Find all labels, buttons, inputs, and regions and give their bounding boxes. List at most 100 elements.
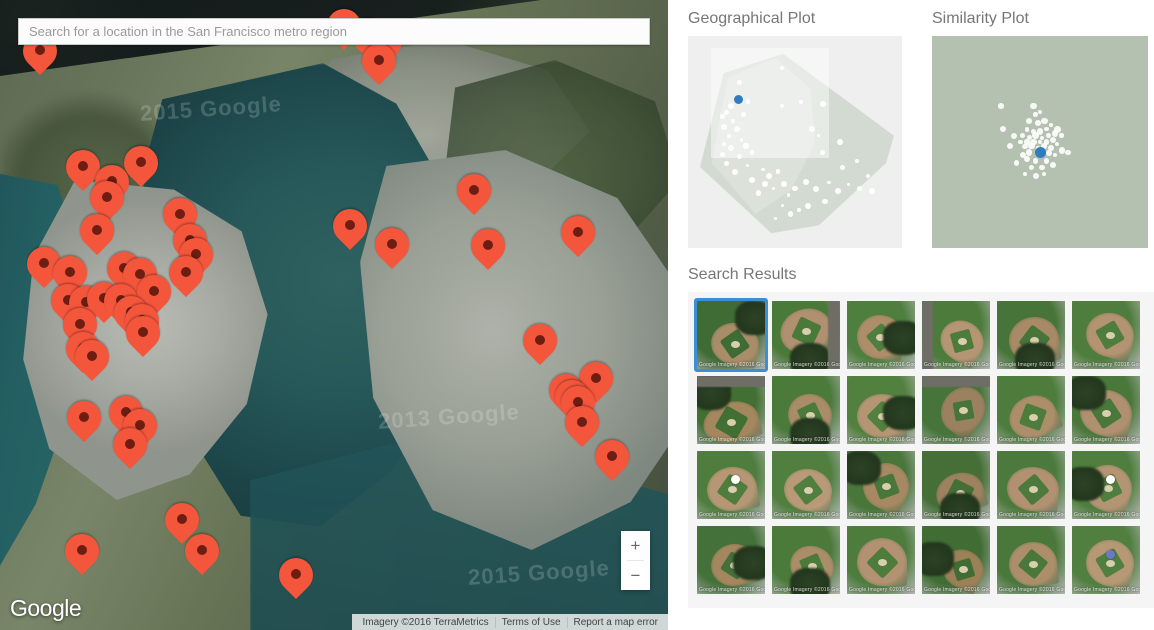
similarity-plot-canvas[interactable] bbox=[932, 36, 1148, 248]
map-marker[interactable] bbox=[553, 208, 603, 262]
scatter-point bbox=[1037, 110, 1043, 115]
search-result-thumbnail[interactable]: Google Imagery ©2016 Google, U.S. Geolog… bbox=[1069, 298, 1143, 372]
search-result-thumbnail[interactable]: Google Imagery ©2016 Google, U.S. Geolog… bbox=[769, 523, 843, 597]
map-marker[interactable] bbox=[463, 221, 513, 275]
thumbnail-pitchers-mound bbox=[1102, 410, 1111, 417]
map-marker[interactable] bbox=[587, 432, 637, 486]
search-result-thumbnail[interactable]: Google Imagery ©2016 Google, U.S. Geolog… bbox=[844, 523, 918, 597]
scatter-point bbox=[1058, 147, 1065, 154]
thumbnail-pitchers-mound bbox=[1106, 560, 1115, 567]
thumbnail-pitchers-mound bbox=[804, 487, 813, 494]
search-result-thumbnail[interactable]: Google Imagery ©2016 Google, U.S. Geolog… bbox=[769, 298, 843, 372]
geographical-plot-canvas[interactable] bbox=[688, 36, 902, 248]
map-marker-dot bbox=[175, 209, 185, 219]
map-marker[interactable] bbox=[105, 420, 155, 474]
search-result-thumbnail[interactable]: Google Imagery ©2016 Google, U.S. Geolog… bbox=[694, 373, 768, 447]
map-marker-dot bbox=[535, 335, 545, 345]
map-marker-dot bbox=[177, 514, 187, 524]
scatter-point bbox=[797, 207, 802, 212]
map-marker[interactable] bbox=[325, 201, 375, 255]
map-marker[interactable] bbox=[118, 308, 168, 362]
search-result-thumbnail[interactable]: Google Imagery ©2016 Google, U.S. Geolog… bbox=[919, 523, 993, 597]
thumbnail-google-watermark: Google Imagery ©2016 Google, U.S. Geolog… bbox=[774, 362, 842, 368]
map-marker-dot bbox=[483, 240, 493, 250]
thumbnail-image bbox=[922, 526, 990, 594]
app-root: 2015 Google 2013 Google 2015 Google Goog… bbox=[0, 0, 1154, 630]
google-logo: Google bbox=[10, 595, 82, 621]
search-result-thumbnail[interactable]: Google Imagery ©2016 Google, U.S. Geolog… bbox=[1069, 373, 1143, 447]
search-result-thumbnail[interactable]: Google Imagery ©2016 Google, U.S. Geolog… bbox=[769, 448, 843, 522]
zoom-in-button[interactable]: + bbox=[621, 531, 650, 560]
map-marker[interactable] bbox=[59, 393, 109, 447]
scatter-point bbox=[719, 114, 725, 119]
map-marker[interactable] bbox=[449, 166, 499, 220]
map-marker[interactable] bbox=[161, 248, 211, 302]
search-result-thumbnail[interactable]: Google Imagery ©2016 Google, U.S. Geolog… bbox=[844, 373, 918, 447]
map-marker[interactable] bbox=[177, 526, 227, 580]
map-marker-dot bbox=[39, 258, 49, 268]
search-result-thumbnail[interactable]: Google Imagery ©2016 Google, U.S. Geolog… bbox=[994, 298, 1068, 372]
thumbnail-google-watermark: Google Imagery ©2016 Google, U.S. Geolog… bbox=[1074, 587, 1142, 593]
thumbnail-overlay-marker-dot bbox=[1106, 475, 1115, 484]
search-results-grid: Google Imagery ©2016 Google, U.S. Geolog… bbox=[694, 298, 1148, 597]
search-result-thumbnail[interactable]: Google Imagery ©2016 Google, U.S. Geolog… bbox=[769, 373, 843, 447]
terms-of-use-link[interactable]: Terms of Use bbox=[496, 617, 567, 628]
thumbnail-google-watermark: Google Imagery ©2016 Google, U.S. Geolog… bbox=[924, 437, 992, 443]
zoom-out-button[interactable]: − bbox=[621, 561, 650, 590]
scatter-point bbox=[1044, 127, 1049, 132]
thumbnail-image bbox=[922, 451, 990, 519]
map-marker[interactable] bbox=[271, 550, 321, 604]
map-marker-dot bbox=[181, 267, 191, 277]
map-marker[interactable] bbox=[515, 316, 565, 370]
map-marker[interactable] bbox=[67, 332, 117, 386]
imagery-attribution-text: Imagery ©2016 TerraMetrics bbox=[362, 616, 489, 628]
search-result-thumbnail[interactable]: Google Imagery ©2016 Google, U.S. Geolog… bbox=[844, 298, 918, 372]
search-result-thumbnail[interactable]: Google Imagery ©2016 Google, U.S. Geolog… bbox=[994, 373, 1068, 447]
thumbnail-image bbox=[1072, 301, 1140, 369]
map-marker[interactable] bbox=[367, 220, 417, 274]
search-result-thumbnail[interactable]: Google Imagery ©2016 Google, U.S. Geolog… bbox=[919, 448, 993, 522]
thumbnail-google-watermark: Google Imagery ©2016 Google, U.S. Geolog… bbox=[774, 587, 842, 593]
scatter-point bbox=[780, 204, 784, 208]
thumbnail-google-watermark: Google Imagery ©2016 Google, U.S. Geolog… bbox=[699, 437, 767, 443]
map-marker-dot bbox=[607, 451, 617, 461]
scatter-point bbox=[1050, 162, 1056, 169]
thumbnail-image bbox=[1072, 526, 1140, 594]
scatter-point bbox=[727, 103, 734, 109]
search-input[interactable] bbox=[18, 18, 650, 45]
search-result-thumbnail[interactable]: Google Imagery ©2016 Google, U.S. Geolog… bbox=[694, 448, 768, 522]
search-result-thumbnail[interactable]: Google Imagery ©2016 Google, U.S. Geolog… bbox=[919, 298, 993, 372]
map-marker[interactable] bbox=[557, 398, 607, 452]
thumbnail-google-watermark: Google Imagery ©2016 Google, U.S. Geolog… bbox=[849, 587, 917, 593]
search-result-thumbnail[interactable]: Google Imagery ©2016 Google, U.S. Geolog… bbox=[994, 448, 1068, 522]
map-marker-dot bbox=[591, 373, 601, 383]
thumbnail-image bbox=[847, 301, 915, 369]
map-zoom-controls[interactable]: + − bbox=[621, 531, 650, 590]
search-result-thumbnail[interactable]: Google Imagery ©2016 Google, U.S. Geolog… bbox=[844, 448, 918, 522]
search-result-thumbnail[interactable]: Google Imagery ©2016 Google, U.S. Geolog… bbox=[694, 298, 768, 372]
map-marker[interactable] bbox=[354, 36, 404, 90]
search-result-thumbnail[interactable]: Google Imagery ©2016 Google, U.S. Geolog… bbox=[1069, 448, 1143, 522]
scatter-highlight-point[interactable] bbox=[1034, 147, 1046, 159]
thumbnail-tree-cover bbox=[847, 451, 881, 485]
search-result-thumbnail[interactable]: Google Imagery ©2016 Google, U.S. Geolog… bbox=[919, 373, 993, 447]
thumbnail-image bbox=[997, 376, 1065, 444]
scatter-point bbox=[1030, 102, 1037, 110]
scatter-highlight-point[interactable] bbox=[733, 95, 743, 105]
map-panel[interactable]: 2015 Google 2013 Google 2015 Google Goog… bbox=[0, 0, 668, 630]
map-marker-dot bbox=[573, 227, 583, 237]
scatter-point bbox=[775, 169, 781, 174]
thumbnail-google-watermark: Google Imagery ©2016 Google, U.S. Geolog… bbox=[849, 362, 917, 368]
report-map-error-link[interactable]: Report a map error bbox=[568, 617, 664, 628]
search-result-thumbnail[interactable]: Google Imagery ©2016 Google, U.S. Geolog… bbox=[694, 523, 768, 597]
scatter-point bbox=[750, 150, 755, 155]
scatter-point bbox=[1065, 149, 1071, 156]
plots-row: Geographical Plot Similarity Plot bbox=[688, 10, 1154, 248]
scatter-point bbox=[1055, 141, 1060, 147]
map-marker-dot bbox=[149, 286, 159, 296]
search-result-thumbnail[interactable]: Google Imagery ©2016 Google, U.S. Geolog… bbox=[1069, 523, 1143, 597]
map-marker[interactable] bbox=[57, 526, 107, 580]
search-result-thumbnail[interactable]: Google Imagery ©2016 Google, U.S. Geolog… bbox=[994, 523, 1068, 597]
search-results-scroll-container[interactable]: Google Imagery ©2016 Google, U.S. Geolog… bbox=[688, 292, 1154, 608]
scatter-point bbox=[1026, 149, 1033, 156]
